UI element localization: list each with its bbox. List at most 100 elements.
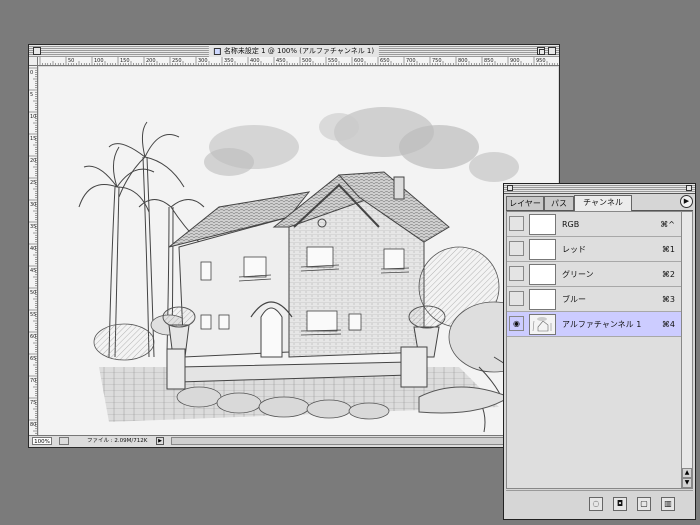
channel-thumbnail [529,314,556,335]
ruler-label: 600 [354,58,364,64]
ruler-label: 200 [146,58,156,64]
visibility-toggle[interactable] [509,266,524,281]
ruler-label: 5 [30,92,33,98]
zoom-field[interactable]: 100% [32,437,52,445]
channel-shortcut: ⌘4 [661,320,675,329]
channel-thumbnail [529,214,556,235]
vertical-ruler-ticks: 0 5 10 15 20 25 30 35 40 45 50 55 60 65 70 75 80 [29,67,37,434]
alpha-thumbnail-icon [530,315,555,334]
ruler-label: 550 [328,58,338,64]
channel-name: ブルー [562,295,586,304]
ruler-label: 400 [250,58,260,64]
document-title: 名称未設定 1 @ 100% (アルファチャンネル 1) [223,47,375,55]
channel-thumbnail [529,289,556,310]
image-canvas[interactable] [39,67,558,436]
ruler-label: 60 [30,334,36,340]
channel-name: グリーン [562,270,594,279]
scroll-down-icon[interactable]: ▼ [682,478,692,488]
palette-bottom-bar: ◌ ◘ ▢ ▥ [506,490,693,517]
visibility-toggle[interactable]: ◉ [509,316,524,331]
scroll-up-icon[interactable]: ▲ [682,468,692,478]
channel-shortcut: ⌘^ [660,220,675,229]
channel-name: RGB [562,220,580,229]
channel-row-blue[interactable]: ブルー ⌘3 [507,287,681,312]
vertical-ruler[interactable]: 0 5 10 15 20 25 30 35 40 45 50 55 60 65 70 75 80 [29,66,38,435]
channels-palette[interactable]: レイヤー パス チャンネル ▶ RGB ⌘^ レッド ⌘1 グリーン ⌘2 ブル… [503,183,696,520]
ruler-label: 100 [94,58,104,64]
trash-icon[interactable]: ▥ [661,497,675,511]
channel-name: アルファチャンネル 1 [562,320,642,329]
tab-paths[interactable]: パス [544,196,574,210]
channel-list: RGB ⌘^ レッド ⌘1 グリーン ⌘2 ブルー ⌘3 ◉ アルファチャンネル… [506,211,682,489]
visibility-toggle[interactable] [509,291,524,306]
ruler-label: 55 [30,312,36,318]
channel-row-red[interactable]: レッド ⌘1 [507,237,681,262]
visibility-toggle[interactable] [509,241,524,256]
ruler-label: 40 [30,246,36,252]
ruler-label: 80 [30,422,36,428]
ruler-label: 45 [30,268,36,274]
tab-layers[interactable]: レイヤー [506,196,544,210]
horizontal-ruler[interactable]: 50 100 150 200 250 300 350 400 450 500 550 600 650 70… [38,57,559,66]
ruler-label: 950 [536,58,546,64]
ruler-label: 150 [120,58,130,64]
palette-close-icon[interactable] [507,185,513,191]
ruler-label: 900 [510,58,520,64]
ruler-label: 35 [30,224,36,230]
ruler-label: 800 [458,58,468,64]
palette-titlebar[interactable] [504,184,695,194]
channel-row-green[interactable]: グリーン ⌘2 [507,262,681,287]
ruler-label: 850 [484,58,494,64]
ruler-label: 350 [224,58,234,64]
tab-channels[interactable]: チャンネル [574,195,632,211]
status-bar: 100% ファイル : 2.09M/712K ▶ [29,435,559,447]
ruler-label: 450 [276,58,286,64]
collapse-box-icon[interactable] [548,47,556,55]
horizontal-ruler-ticks: 50 100 150 200 250 300 350 400 450 500 550 600 650 70… [39,57,558,65]
file-info: ファイル : 2.09M/712K [87,438,148,444]
ruler-label: 50 [68,58,74,64]
ruler-label: 25 [30,180,36,186]
ruler-label: 500 [302,58,312,64]
channel-shortcut: ⌘1 [661,245,675,254]
channel-row-alpha-1[interactable]: ◉ アルファチャンネル 1 ⌘4 [507,312,681,337]
palette-menu-button[interactable]: ▶ [680,195,693,208]
ruler-label: 750 [432,58,442,64]
ruler-label: 20 [30,158,36,164]
channel-thumbnail [529,239,556,260]
document-icon [213,47,221,55]
ruler-label: 650 [380,58,390,64]
ruler-label: 50 [30,290,36,296]
status-preview-icon[interactable] [59,437,69,445]
channel-thumbnail [529,264,556,285]
ruler-label: 700 [406,58,416,64]
ruler-origin[interactable] [29,57,38,66]
eye-icon: ◉ [513,319,520,328]
ruler-label: 10 [30,114,36,120]
horizontal-scrollbar[interactable] [171,437,549,445]
document-window[interactable]: 名称未設定 1 @ 100% (アルファチャンネル 1) 50 100 150 200… [28,44,560,448]
ruler-label: 65 [30,356,36,362]
ruler-label: 300 [198,58,208,64]
visibility-toggle[interactable] [509,216,524,231]
ruler-label: 70 [30,378,36,384]
channel-name: レッド [562,245,586,254]
ruler-label: 30 [30,202,36,208]
ruler-label: 15 [30,136,36,142]
status-menu-arrow-icon[interactable]: ▶ [156,437,164,445]
channel-row-rgb[interactable]: RGB ⌘^ [507,212,681,237]
zoom-box-icon[interactable] [537,47,545,55]
load-selection-icon[interactable]: ◌ [589,497,603,511]
channel-shortcut: ⌘3 [661,295,675,304]
palette-zoom-icon[interactable] [686,185,692,191]
channel-shortcut: ⌘2 [661,270,675,279]
ruler-label: 75 [30,400,36,406]
close-box-icon[interactable] [33,47,41,55]
ruler-label: 250 [172,58,182,64]
document-title-wrap: 名称未設定 1 @ 100% (アルファチャンネル 1) [208,45,380,57]
new-channel-icon[interactable]: ▢ [637,497,651,511]
palette-vertical-scrollbar[interactable]: ▲ ▼ [681,211,693,489]
save-selection-icon[interactable]: ◘ [613,497,627,511]
palette-tabs: レイヤー パス チャンネル [506,194,693,211]
ruler-label: 0 [30,70,33,76]
